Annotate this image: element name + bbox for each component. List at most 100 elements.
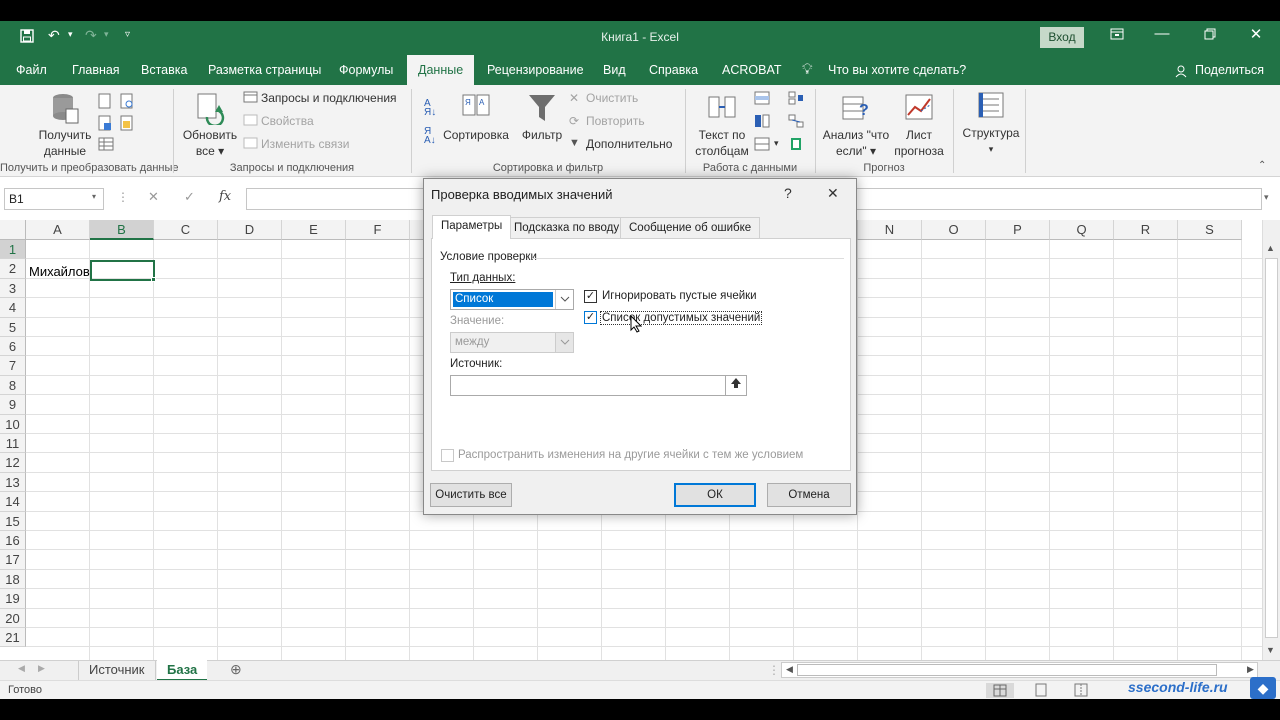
- tell-me-search[interactable]: Что вы хотите сделать?: [828, 55, 966, 85]
- page-break-view-icon[interactable]: [1074, 683, 1088, 699]
- sheet-tab-source[interactable]: Источник: [78, 661, 156, 680]
- existing-connections-icon[interactable]: [98, 137, 114, 154]
- consolidate-icon[interactable]: [788, 91, 804, 108]
- remove-duplicates-icon[interactable]: [754, 114, 770, 131]
- scroll-thumb[interactable]: [1265, 258, 1278, 638]
- queries-connections-button[interactable]: Запросы и подключения: [261, 91, 397, 105]
- h-scroll-thumb[interactable]: [797, 664, 1217, 676]
- fill-handle[interactable]: [151, 277, 156, 282]
- data-type-dropdown-icon[interactable]: [555, 290, 573, 309]
- customize-toolbar-icon[interactable]: ▿: [125, 29, 130, 40]
- undo-icon[interactable]: ↶: [48, 27, 60, 44]
- next-sheet-icon[interactable]: ▶: [38, 663, 45, 674]
- sign-in-button[interactable]: Вход: [1040, 27, 1084, 48]
- enter-icon[interactable]: ✓: [184, 189, 195, 205]
- row-header-9[interactable]: 9: [0, 395, 26, 415]
- tab-error-alert[interactable]: Сообщение об ошибке: [620, 217, 761, 238]
- tab-review[interactable]: Рецензирование: [487, 55, 584, 85]
- tab-data[interactable]: Данные: [407, 55, 475, 85]
- row-header-18[interactable]: 18: [0, 569, 26, 590]
- text-to-columns-button[interactable]: Текст по столбцам: [692, 91, 752, 159]
- cancel-icon[interactable]: ✕: [148, 189, 159, 205]
- save-icon[interactable]: [20, 29, 34, 46]
- clear-filter-button[interactable]: Очистить: [586, 91, 638, 105]
- ribbon-display-icon[interactable]: [1105, 27, 1129, 44]
- tab-file[interactable]: Файл: [16, 55, 47, 85]
- tab-help[interactable]: Справка: [649, 55, 698, 85]
- sheet-tab-base[interactable]: База: [157, 660, 208, 681]
- scroll-up-icon[interactable]: ▲: [1266, 243, 1275, 253]
- column-header-a[interactable]: A: [26, 220, 90, 240]
- scroll-down-icon[interactable]: ▼: [1266, 645, 1275, 655]
- column-header-q[interactable]: Q: [1050, 220, 1114, 240]
- select-all-corner[interactable]: [0, 220, 26, 240]
- row-header-5[interactable]: 5: [0, 317, 26, 337]
- expand-formula-icon[interactable]: ▾: [1264, 192, 1269, 203]
- dialog-close-button[interactable]: ✕: [827, 185, 839, 202]
- column-header-o[interactable]: O: [922, 220, 986, 240]
- value-select[interactable]: между: [450, 332, 574, 353]
- properties-button[interactable]: Свойства: [261, 114, 314, 128]
- ignore-blank-checkbox[interactable]: ✓: [584, 290, 597, 303]
- row-header-3[interactable]: 3: [0, 278, 26, 299]
- normal-view-icon[interactable]: [986, 683, 1014, 698]
- column-header-d[interactable]: D: [218, 220, 282, 240]
- column-header-s[interactable]: S: [1178, 220, 1242, 240]
- undo-dropdown-icon[interactable]: ▾: [68, 29, 73, 40]
- scroll-left-icon[interactable]: ◀: [786, 664, 793, 675]
- reapply-button[interactable]: Повторить: [586, 114, 645, 128]
- data-validation-icon[interactable]: [754, 137, 770, 154]
- row-header-16[interactable]: 16: [0, 531, 26, 551]
- help-button[interactable]: ?: [784, 185, 792, 201]
- add-sheet-icon[interactable]: ⊕: [230, 661, 242, 678]
- prev-sheet-icon[interactable]: ◀: [18, 663, 25, 674]
- advanced-filter-button[interactable]: Дополнительно: [586, 137, 672, 151]
- value-dropdown-icon[interactable]: [555, 333, 573, 352]
- what-if-button[interactable]: ? Анализ "что если" ▾: [820, 91, 892, 159]
- row-header-21[interactable]: 21: [0, 628, 26, 648]
- tab-acrobat[interactable]: ACROBAT: [722, 55, 782, 85]
- tab-formulas[interactable]: Формулы: [339, 55, 393, 85]
- row-header-12[interactable]: 12: [0, 453, 26, 473]
- tab-view[interactable]: Вид: [603, 55, 626, 85]
- row-header-8[interactable]: 8: [0, 375, 26, 396]
- row-header-17[interactable]: 17: [0, 550, 26, 570]
- row-header-15[interactable]: 15: [0, 511, 26, 531]
- redo-dropdown-icon[interactable]: ▾: [104, 29, 109, 40]
- share-button[interactable]: Поделиться: [1195, 55, 1264, 85]
- name-box[interactable]: B1: [4, 188, 104, 210]
- get-data-button[interactable]: Получить данные: [34, 91, 96, 159]
- column-header-e[interactable]: E: [282, 220, 346, 240]
- edit-links-button[interactable]: Изменить связи: [261, 137, 349, 151]
- apply-all-checkbox[interactable]: [441, 449, 454, 462]
- data-type-select[interactable]: Список: [450, 289, 574, 310]
- row-header-7[interactable]: 7: [0, 356, 26, 376]
- insert-function-icon[interactable]: fx: [219, 189, 231, 204]
- column-header-p[interactable]: P: [986, 220, 1050, 240]
- row-header-11[interactable]: 11: [0, 434, 26, 454]
- column-header-c[interactable]: C: [154, 220, 218, 240]
- data-model-icon[interactable]: [788, 137, 804, 154]
- ok-button[interactable]: ОК: [674, 483, 756, 507]
- sort-button[interactable]: ЯА Сортировка: [440, 91, 512, 143]
- row-header-6[interactable]: 6: [0, 337, 26, 357]
- close-window-icon[interactable]: ✕: [1244, 25, 1268, 43]
- name-box-dropdown-icon[interactable]: ▾: [92, 192, 96, 201]
- row-header-2[interactable]: 2: [0, 259, 26, 279]
- row-header-13[interactable]: 13: [0, 472, 26, 493]
- row-header-20[interactable]: 20: [0, 608, 26, 628]
- in-cell-dropdown-checkbox[interactable]: ✓: [584, 311, 597, 324]
- tab-input-message[interactable]: Подсказка по вводу: [505, 217, 629, 238]
- clear-all-button[interactable]: Очистить все: [430, 483, 512, 507]
- collapse-range-button[interactable]: [725, 375, 747, 396]
- data-validation-dropdown-icon[interactable]: ▾: [774, 138, 779, 149]
- row-header-1[interactable]: 1: [0, 240, 26, 260]
- sort-az-icon[interactable]: А Я↓: [424, 99, 436, 118]
- from-text-icon[interactable]: [98, 93, 112, 112]
- outline-button[interactable]: Структура ▾: [958, 91, 1024, 157]
- filter-button[interactable]: Фильтр: [518, 91, 566, 143]
- row-header-4[interactable]: 4: [0, 298, 26, 318]
- tab-page-layout[interactable]: Разметка страницы: [208, 55, 321, 85]
- scroll-right-icon[interactable]: ▶: [1247, 664, 1254, 675]
- tab-insert[interactable]: Вставка: [141, 55, 187, 85]
